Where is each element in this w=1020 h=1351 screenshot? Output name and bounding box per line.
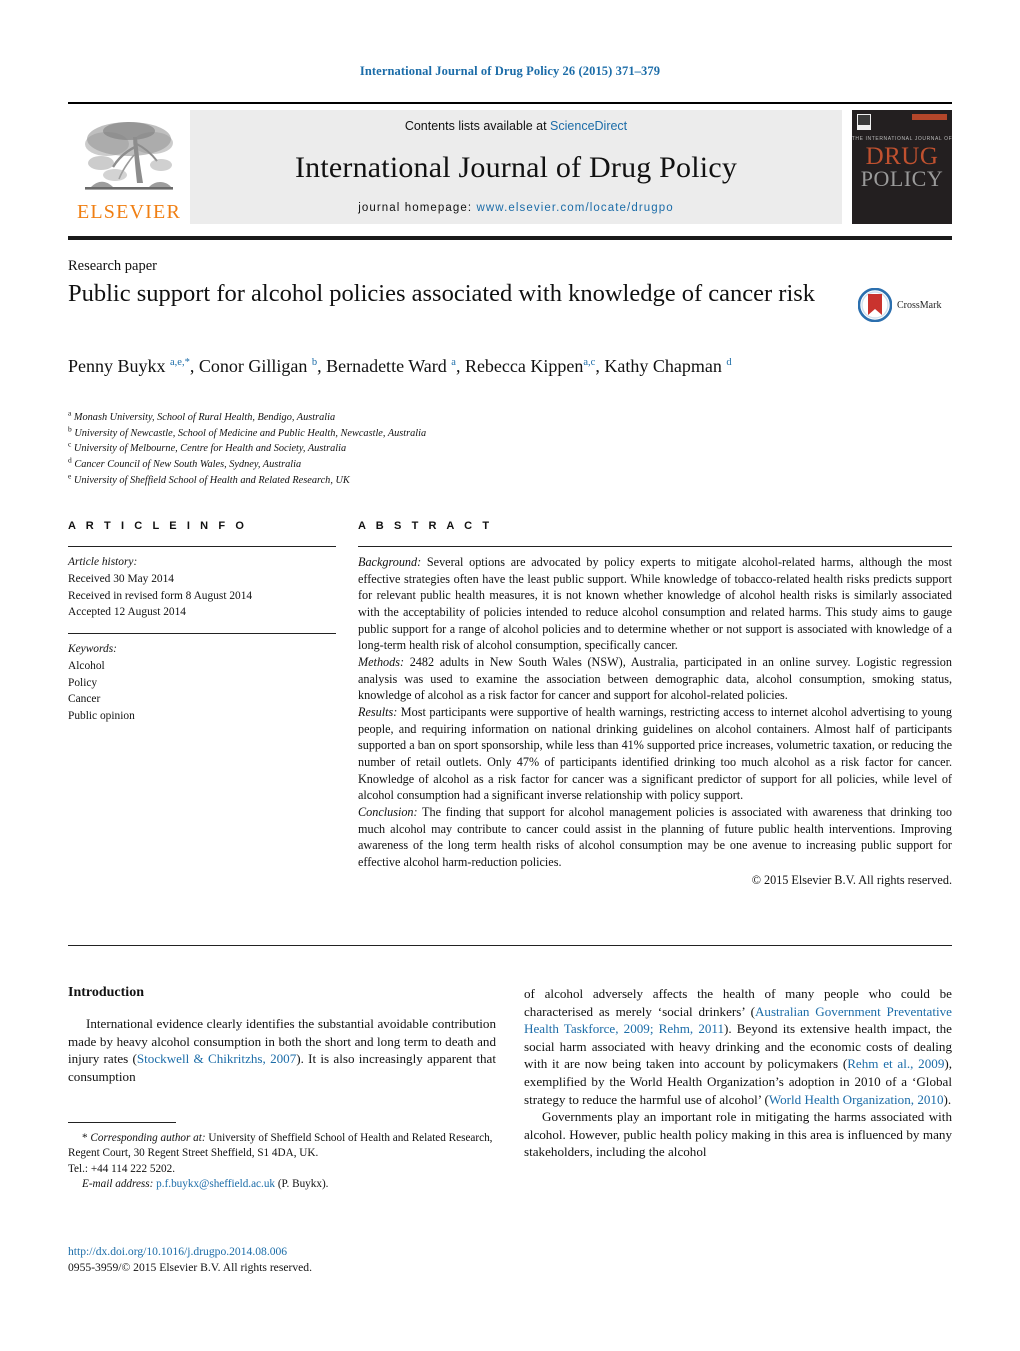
doi-block: http://dx.doi.org/10.1016/j.drugpo.2014.… — [68, 1244, 496, 1277]
affiliation-marker: a — [68, 408, 72, 418]
intro-right-part-d: ). — [943, 1091, 952, 1107]
abstract-background: Background: Several options are advocate… — [358, 554, 952, 654]
citation-link[interactable]: World Health Organization, 2010 — [769, 1092, 944, 1107]
abstract-methods: Methods: 2482 adults in New South Wales … — [358, 654, 952, 704]
citation-link[interactable]: Rehm et al., 2009 — [847, 1056, 944, 1071]
corresponding-author-line: * Corresponding author at: University of… — [68, 1131, 496, 1162]
abstract-conclusion: Conclusion: The finding that support for… — [358, 804, 952, 871]
affiliation-list: a Monash University, School of Rural Hea… — [68, 408, 688, 488]
abstract-methods-text: 2482 adults in New South Wales (NSW), Au… — [358, 654, 952, 703]
abstract-conclusion-label: Conclusion: — [358, 804, 418, 819]
affiliation-item: e University of Sheffield School of Heal… — [68, 471, 350, 486]
homepage-prefix: journal homepage: — [358, 202, 477, 214]
journal-title: International Journal of Drug Policy — [294, 150, 738, 184]
crossmark-badge[interactable]: CrossMark — [858, 288, 941, 322]
author-list: Penny Buykx a,e,*, Conor Gilligan b, Ber… — [68, 356, 732, 376]
crossmark-label: CrossMark — [897, 299, 942, 311]
paragraph: Governments play an important role in mi… — [524, 1109, 952, 1160]
corresponding-label: Corresponding author at: — [87, 1132, 209, 1144]
article-history-received: Received 30 May 2014 — [68, 572, 174, 585]
affiliation-item: b University of Newcastle, School of Med… — [68, 424, 427, 439]
abstract-heading: A B S T R A C T — [358, 520, 493, 532]
affiliation-marker: d — [68, 455, 72, 465]
article-history-block: Article history: Received 30 May 2014 Re… — [68, 554, 336, 621]
svg-text:THE INTERNATIONAL JOURNAL OF: THE INTERNATIONAL JOURNAL OF — [852, 136, 952, 142]
article-info-rule — [68, 546, 336, 547]
paragraph: International evidence clearly identifie… — [68, 1015, 496, 1085]
email-line: E-mail address: p.f.buykx@sheffield.ac.u… — [68, 1177, 496, 1192]
contents-prefix: Contents lists available at — [404, 119, 551, 133]
contents-available-line: Contents lists available at ScienceDirec… — [405, 119, 627, 133]
body-column-left: Introduction International evidence clea… — [68, 985, 496, 1085]
affiliation-marker: b — [68, 424, 72, 434]
running-head: International Journal of Drug Policy 26 … — [359, 64, 661, 78]
abstract-results: Results: Most participants were supporti… — [358, 704, 952, 804]
affiliation-marker: e — [68, 471, 72, 481]
email-label: E-mail address: — [82, 1178, 154, 1191]
abstract-background-label: Background: — [358, 555, 422, 569]
introduction-right-text: of alcohol adversely affects the health … — [524, 985, 952, 1161]
keyword-item: Public opinion — [68, 710, 135, 723]
elsevier-tree-icon — [77, 117, 181, 201]
article-history-label: Article history: — [68, 556, 138, 568]
keyword-item: Alcohol — [68, 659, 105, 672]
citation-link[interactable]: Stockwell & Chikritzhs, 2007 — [137, 1051, 296, 1066]
email-link[interactable]: p.f.buykx@sheffield.ac.uk — [156, 1178, 275, 1190]
abstract-methods-label: Methods: — [358, 654, 405, 669]
corresponding-author-footnote: * Corresponding author at: University of… — [68, 1122, 496, 1193]
affiliation-marker: c — [68, 439, 72, 449]
journal-masthead: ELSEVIER Contents lists available at Sci… — [68, 102, 952, 224]
doi-link[interactable]: http://dx.doi.org/10.1016/j.drugpo.2014.… — [68, 1244, 496, 1260]
masthead-center-panel: Contents lists available at ScienceDirec… — [190, 110, 842, 224]
keywords-block: Keywords: Alcohol Policy Cancer Public o… — [68, 641, 336, 725]
keywords-label: Keywords: — [68, 643, 117, 656]
issn-copyright-line: 0955-3959/© 2015 Elsevier B.V. All right… — [68, 1261, 312, 1275]
page-title: Public support for alcohol policies asso… — [68, 280, 816, 307]
abstract-copyright: © 2015 Elsevier B.V. All rights reserved… — [751, 873, 952, 888]
affiliation-item: a Monash University, School of Rural Hea… — [68, 408, 336, 423]
footnote-rule — [68, 1122, 176, 1123]
corresponding-tel: Tel.: +44 114 222 5202. — [68, 1162, 176, 1175]
journal-cover-thumbnail: THE INTERNATIONAL JOURNAL OF DRUG POLICY — [852, 110, 952, 224]
abstract-conclusion-text: The finding that support for alcohol man… — [358, 804, 952, 869]
masthead-top-rule — [68, 102, 952, 104]
article-info-heading: A R T I C L E I N F O — [68, 520, 248, 532]
abstract-body: Background: Several options are advocate… — [358, 554, 952, 889]
body-separator-rule — [68, 945, 952, 946]
abstract-rule — [358, 546, 952, 547]
article-history-accepted: Accepted 12 August 2014 — [68, 606, 186, 619]
sciencedirect-link[interactable]: ScienceDirect — [550, 119, 627, 133]
abstract-results-label: Results: — [358, 704, 398, 719]
homepage-url-link[interactable]: www.elsevier.com/locate/drugpo — [476, 202, 673, 214]
journal-article-page: International Journal of Drug Policy 26 … — [0, 0, 1020, 1351]
article-type-label: Research paper — [68, 258, 157, 274]
title-section-rule — [68, 236, 952, 240]
body-column-right: of alcohol adversely affects the health … — [524, 985, 952, 1161]
article-history-revised: Received in revised form 8 August 2014 — [68, 589, 253, 602]
affiliation-item: d Cancer Council of New South Wales, Syd… — [68, 455, 302, 470]
elsevier-wordmark: ELSEVIER — [76, 201, 182, 223]
article-info-column: A R T I C L E I N F O Article history: R… — [68, 520, 336, 725]
abstract-background-text: Several options are advocated by policy … — [358, 555, 952, 653]
introduction-left-text: International evidence clearly identifie… — [68, 1015, 496, 1085]
keyword-item: Policy — [68, 676, 98, 689]
keywords-rule — [68, 633, 336, 635]
elsevier-logo: ELSEVIER — [68, 110, 190, 224]
abstract-results-text: Most participants were supportive of hea… — [358, 704, 952, 803]
crossmark-icon — [858, 288, 892, 322]
introduction-heading: Introduction — [68, 985, 144, 1000]
email-owner: (P. Buykx). — [277, 1178, 329, 1191]
journal-homepage-line: journal homepage: www.elsevier.com/locat… — [358, 202, 674, 214]
abstract-column: A B S T R A C T Background: Several opti… — [358, 520, 952, 889]
affiliation-item: c University of Melbourne, Centre for He… — [68, 439, 347, 455]
keyword-item: Cancer — [68, 693, 101, 706]
paragraph: of alcohol adversely affects the health … — [524, 985, 952, 1108]
svg-text:POLICY: POLICY — [861, 166, 943, 191]
